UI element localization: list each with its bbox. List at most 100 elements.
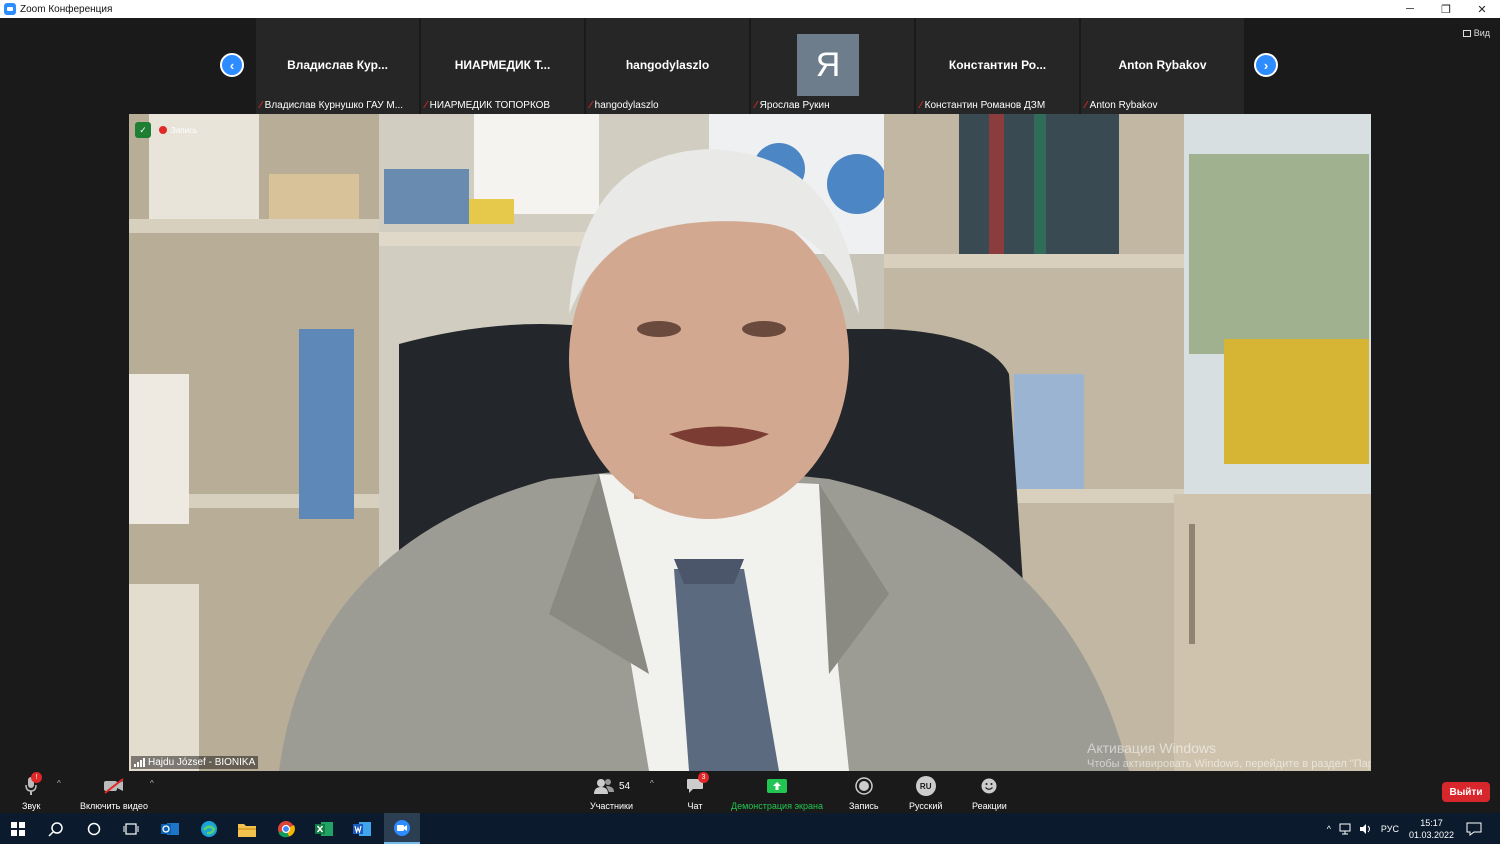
recording-indicator: Запись bbox=[159, 126, 197, 135]
video-frame-image bbox=[129, 114, 1371, 771]
participant-label: Ярослав Рукин bbox=[759, 100, 830, 111]
notifications-icon[interactable] bbox=[1466, 822, 1482, 836]
recording-label: Запись bbox=[171, 125, 198, 135]
participant-label: Anton Rybakov bbox=[1089, 100, 1158, 111]
grid-view-icon bbox=[1462, 29, 1471, 37]
search-icon[interactable] bbox=[44, 817, 68, 841]
participants-count: 54 bbox=[618, 780, 631, 792]
encryption-shield-icon[interactable]: ✓ bbox=[135, 122, 151, 138]
gallery-prev-button[interactable]: ‹ bbox=[220, 53, 244, 77]
participant-display-name: НИАРМЕДИК Т... bbox=[454, 58, 551, 72]
leave-button[interactable]: Выйти bbox=[1442, 782, 1490, 802]
window-title: Zoom Конференция bbox=[20, 3, 113, 15]
record-icon bbox=[855, 777, 873, 795]
windows-taskbar: ^ РУС 15:17 01.03.2022 bbox=[0, 813, 1500, 844]
muted-mic-icon: ⁄ bbox=[590, 100, 592, 111]
participant-tile[interactable]: Константин Ро... ⁄ Константин Романов ДЗМ bbox=[916, 18, 1079, 114]
zoom-app-icon bbox=[4, 3, 16, 15]
view-label: Вид bbox=[1473, 28, 1490, 38]
start-video-button[interactable]: Включить видео bbox=[80, 775, 148, 811]
recording-dot-icon bbox=[159, 126, 167, 134]
file-explorer-icon[interactable] bbox=[235, 817, 259, 841]
signal-strength-icon bbox=[134, 758, 145, 767]
audio-warning-badge: ! bbox=[31, 772, 43, 783]
participant-label: НИАРМЕДИК ТОПОРКОВ bbox=[429, 100, 551, 111]
participants-label: Участники bbox=[590, 801, 633, 811]
chrome-icon[interactable] bbox=[274, 817, 298, 841]
audio-label: Звук bbox=[22, 801, 41, 811]
close-button[interactable]: ✕ bbox=[1464, 0, 1500, 18]
participant-tile[interactable]: Я ⁄ Ярослав Рукин bbox=[751, 18, 914, 114]
restore-button[interactable]: ❐ bbox=[1428, 0, 1464, 18]
chevron-up-icon[interactable]: ^ bbox=[1327, 824, 1331, 834]
windows-start-icon[interactable] bbox=[6, 817, 30, 841]
participant-display-name: Владислав Кур... bbox=[287, 58, 388, 72]
video-options-caret[interactable]: ^ bbox=[150, 779, 154, 788]
activation-title: Активация Windows bbox=[1087, 740, 1217, 756]
muted-mic-icon: ⁄ bbox=[425, 100, 427, 111]
chevron-right-icon: › bbox=[1263, 57, 1269, 73]
language-interpretation-button[interactable]: RU Русский bbox=[909, 775, 942, 811]
volume-icon[interactable] bbox=[1359, 823, 1373, 835]
participant-display-name: hangodylaszlo bbox=[625, 58, 710, 72]
audio-button[interactable]: ! Звук bbox=[22, 772, 43, 811]
language-label: Русский bbox=[909, 801, 943, 811]
speaker-name-label: Hajdu József - BIONIKA bbox=[131, 756, 259, 769]
language-globe-icon: RU bbox=[915, 776, 936, 796]
reactions-button[interactable]: Реакции bbox=[972, 775, 1007, 811]
record-label: Запись bbox=[849, 801, 879, 811]
share-screen-label: Демонстрация экрана bbox=[731, 801, 823, 811]
input-language[interactable]: РУС bbox=[1381, 824, 1399, 834]
cortana-icon[interactable] bbox=[82, 817, 106, 841]
view-button[interactable]: Вид bbox=[1462, 28, 1490, 38]
avatar: Я bbox=[797, 34, 859, 96]
muted-mic-icon: ⁄ bbox=[260, 100, 262, 111]
outlook-icon[interactable] bbox=[158, 817, 182, 841]
participant-display-name: Константин Ро... bbox=[948, 58, 1047, 72]
share-screen-button[interactable]: Демонстрация экрана bbox=[731, 775, 823, 811]
muted-mic-icon: ⁄ bbox=[1085, 100, 1087, 111]
participant-tile[interactable]: Anton Rybakov ⁄ Anton Rybakov bbox=[1081, 18, 1244, 114]
activation-text: Чтобы активировать Windows, перейдите в … bbox=[1087, 758, 1371, 770]
task-view-icon[interactable] bbox=[119, 817, 143, 841]
participants-options-caret[interactable]: ^ bbox=[650, 779, 654, 788]
audio-options-caret[interactable]: ^ bbox=[57, 779, 61, 788]
video-off-icon bbox=[103, 778, 124, 794]
smiley-icon bbox=[981, 778, 997, 794]
system-tray: ^ РУС 15:17 01.03.2022 bbox=[1327, 813, 1500, 844]
chat-label: Чат bbox=[687, 801, 703, 811]
excel-icon[interactable] bbox=[312, 817, 336, 841]
participant-tile[interactable]: Владислав Кур... ⁄ Владислав Курнушко ГАУ… bbox=[256, 18, 419, 114]
participants-icon bbox=[593, 779, 614, 794]
edge-icon[interactable] bbox=[197, 817, 221, 841]
muted-mic-icon: ⁄ bbox=[920, 100, 922, 111]
participants-button[interactable]: 54 Участники bbox=[590, 775, 633, 811]
gallery-next-button[interactable]: › bbox=[1254, 53, 1278, 77]
participant-tile[interactable]: hangodylaszlo ⁄ hangodylaszlo bbox=[586, 18, 749, 114]
network-icon[interactable] bbox=[1339, 823, 1353, 835]
word-icon[interactable] bbox=[350, 817, 374, 841]
start-video-label: Включить видео bbox=[80, 801, 148, 811]
chat-button[interactable]: 3 Чат bbox=[686, 772, 709, 811]
reactions-label: Реакции bbox=[972, 801, 1007, 811]
meeting-toolbar: ! Звук ^ Включить видео ^ 54 Участники ^ bbox=[0, 771, 1500, 813]
speaker-name: Hajdu József - BIONIKA bbox=[148, 757, 256, 768]
participant-label: hangodylaszlo bbox=[594, 100, 659, 111]
gallery-strip: ‹ Владислав Кур... ⁄ Владислав Курнушко Г… bbox=[0, 18, 1500, 114]
clock-date: 01.03.2022 bbox=[1408, 829, 1454, 840]
participant-label: Владислав Курнушко ГАУ М... bbox=[264, 100, 404, 111]
main-speaker-video[interactable]: ✓ Запись Hajdu József - BIONIKA Активаци… bbox=[129, 114, 1371, 771]
muted-mic-icon: ⁄ bbox=[755, 100, 757, 111]
share-screen-icon bbox=[766, 779, 787, 793]
windows-activation-watermark: Активация Windows Чтобы активировать Win… bbox=[1087, 740, 1371, 770]
clock[interactable]: 15:17 01.03.2022 bbox=[1409, 817, 1454, 841]
clock-time: 15:17 bbox=[1420, 817, 1443, 828]
window-titlebar: Zoom Конференция ─ ❐ ✕ bbox=[0, 0, 1500, 18]
participant-label: Константин Романов ДЗМ bbox=[924, 100, 1046, 111]
zoom-icon[interactable] bbox=[384, 813, 420, 844]
record-button[interactable]: Запись bbox=[849, 775, 879, 811]
chat-unread-badge: 3 bbox=[698, 772, 709, 783]
minimize-button[interactable]: ─ bbox=[1392, 0, 1428, 18]
participant-display-name: Anton Rybakov bbox=[1118, 58, 1207, 72]
participant-tile[interactable]: НИАРМЕДИК Т... ⁄ НИАРМЕДИК ТОПОРКОВ bbox=[421, 18, 584, 114]
